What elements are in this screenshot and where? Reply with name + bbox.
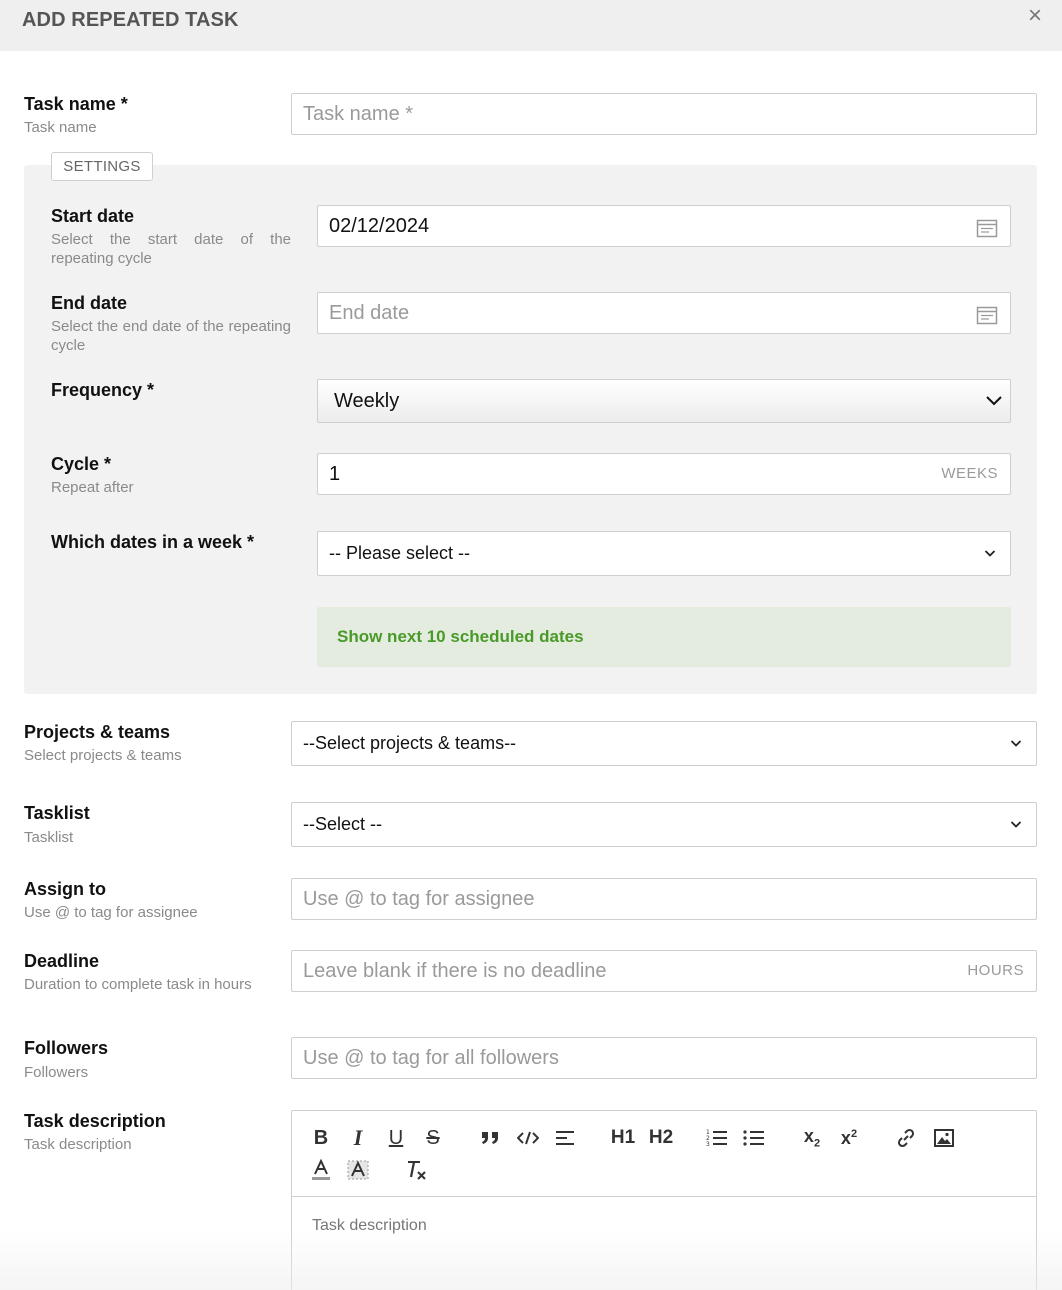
frequency-label: Frequency * bbox=[51, 380, 155, 400]
bullet-list-icon bbox=[743, 1130, 764, 1146]
clear-format-button[interactable] bbox=[403, 1157, 429, 1183]
code-button[interactable] bbox=[515, 1125, 541, 1151]
editor-toolbar: B I U S H1 H2 1 2 3 x2 x2 bbox=[292, 1111, 1036, 1197]
assign-placeholder: Use @ to tag for assignee bbox=[303, 888, 535, 910]
bold-button[interactable]: B bbox=[308, 1125, 334, 1151]
link-icon bbox=[897, 1128, 915, 1148]
end-date-label: End date bbox=[51, 293, 128, 313]
ordered-list-button[interactable]: 1 2 3 bbox=[704, 1125, 730, 1151]
tasklist-label: Tasklist bbox=[24, 803, 90, 823]
projects-select[interactable]: --Select projects & teams-- bbox=[291, 721, 1037, 766]
settings-tag: SETTINGS bbox=[51, 152, 153, 181]
cycle-suffix: WEEKS bbox=[941, 465, 998, 482]
week-dates-value: -- Please select -- bbox=[329, 543, 471, 563]
deadline-label: Deadline bbox=[24, 951, 100, 971]
task-name-sub: Task name bbox=[24, 119, 97, 136]
task-name-placeholder: Task name * bbox=[303, 103, 414, 125]
deadline-sub: Duration to complete task in hours bbox=[24, 976, 252, 993]
chevron-down-icon bbox=[1010, 821, 1022, 828]
deadline-input[interactable]: Leave blank if there is no deadline HOUR… bbox=[291, 950, 1037, 992]
image-icon bbox=[934, 1129, 954, 1147]
superscript-icon: x2 bbox=[840, 1127, 858, 1148]
end-date-input[interactable]: End date bbox=[317, 292, 1011, 334]
start-date-label: Start date bbox=[51, 206, 135, 226]
tasklist-select[interactable]: --Select -- bbox=[291, 802, 1037, 847]
dialog-header: ADD REPEATED TASK × bbox=[0, 0, 1062, 51]
start-date-value: 02/12/2024 bbox=[329, 215, 430, 237]
followers-sub: Followers bbox=[24, 1064, 89, 1081]
assign-input[interactable]: Use @ to tag for assignee bbox=[291, 878, 1037, 920]
heading-2-button[interactable]: H2 bbox=[646, 1125, 676, 1151]
frequency-select[interactable]: Weekly bbox=[317, 379, 1011, 423]
chevron-down-icon bbox=[986, 396, 1002, 406]
close-icon[interactable]: × bbox=[1028, 4, 1042, 28]
link-button[interactable] bbox=[893, 1125, 919, 1151]
start-date-sub: Select the start date of the repeating c… bbox=[51, 231, 291, 267]
cycle-input[interactable]: 1 WEEKS bbox=[317, 453, 1011, 495]
task-name-label: Task name * bbox=[24, 94, 128, 114]
quote-icon bbox=[482, 1132, 498, 1144]
clear-format-icon bbox=[408, 1161, 426, 1180]
strikethrough-icon: S bbox=[426, 1126, 440, 1149]
image-button[interactable] bbox=[931, 1125, 957, 1151]
cycle-sub: Repeat after bbox=[51, 479, 134, 496]
underline-icon: U bbox=[388, 1126, 404, 1149]
tasklist-sub: Tasklist bbox=[24, 829, 74, 846]
frequency-value: Weekly bbox=[334, 390, 400, 412]
superscript-button[interactable]: x2 bbox=[836, 1125, 862, 1151]
description-editor[interactable]: B I U S H1 H2 1 2 3 x2 x2 Task descripti… bbox=[291, 1110, 1037, 1290]
week-dates-select[interactable]: -- Please select -- bbox=[317, 531, 1011, 576]
projects-label: Projects & teams bbox=[24, 722, 171, 742]
heading-2-icon: H2 bbox=[648, 1127, 674, 1148]
tasklist-value: --Select -- bbox=[303, 814, 383, 834]
chevron-down-icon bbox=[1010, 740, 1022, 747]
deadline-placeholder: Leave blank if there is no deadline bbox=[303, 960, 607, 982]
calendar-icon[interactable] bbox=[976, 305, 998, 325]
bullet-list-button[interactable] bbox=[741, 1125, 767, 1151]
blockquote-button[interactable] bbox=[477, 1125, 503, 1151]
assign-label: Assign to bbox=[24, 879, 107, 899]
week-dates-label: Which dates in a week * bbox=[51, 532, 255, 552]
calendar-icon[interactable] bbox=[976, 218, 998, 238]
dialog-title: ADD REPEATED TASK bbox=[22, 9, 239, 31]
followers-placeholder: Use @ to tag for all followers bbox=[303, 1047, 559, 1069]
ordered-list-icon: 1 2 3 bbox=[706, 1129, 727, 1148]
end-date-sub: Select the end date of the repeating cyc… bbox=[51, 318, 291, 354]
align-button[interactable] bbox=[552, 1125, 578, 1151]
text-color-button[interactable] bbox=[308, 1157, 334, 1183]
svg-text:3: 3 bbox=[706, 1141, 710, 1148]
assign-sub: Use @ to tag for assignee bbox=[24, 904, 198, 921]
cycle-label: Cycle * bbox=[51, 454, 112, 474]
description-placeholder: Task description bbox=[312, 1217, 427, 1234]
align-left-icon bbox=[556, 1131, 574, 1145]
cycle-value: 1 bbox=[329, 463, 341, 485]
highlight-icon bbox=[347, 1160, 369, 1180]
italic-button[interactable]: I bbox=[345, 1125, 371, 1151]
description-label: Task description bbox=[24, 1111, 166, 1131]
underline-button[interactable]: U bbox=[383, 1125, 409, 1151]
subscript-button[interactable]: x2 bbox=[799, 1125, 825, 1151]
deadline-suffix: HOURS bbox=[967, 962, 1024, 979]
code-icon bbox=[517, 1131, 539, 1145]
highlight-button[interactable] bbox=[345, 1157, 371, 1183]
bold-icon: B bbox=[313, 1126, 329, 1149]
subscript-icon: x2 bbox=[803, 1126, 821, 1150]
strikethrough-button[interactable]: S bbox=[420, 1125, 446, 1151]
show-scheduled-dates-button[interactable]: Show next 10 scheduled dates bbox=[317, 607, 1011, 667]
projects-value: --Select projects & teams-- bbox=[303, 733, 517, 753]
start-date-input[interactable]: 02/12/2024 bbox=[317, 205, 1011, 247]
followers-input[interactable]: Use @ to tag for all followers bbox=[291, 1037, 1037, 1079]
task-name-input[interactable]: Task name * bbox=[291, 93, 1037, 135]
chevron-down-icon bbox=[984, 550, 996, 557]
heading-1-icon: H1 bbox=[610, 1127, 636, 1148]
text-color-icon bbox=[312, 1159, 330, 1180]
end-date-placeholder: End date bbox=[329, 302, 410, 324]
projects-sub: Select projects & teams bbox=[24, 747, 182, 764]
italic-icon: I bbox=[353, 1125, 363, 1150]
description-sub: Task description bbox=[24, 1136, 132, 1153]
heading-1-button[interactable]: H1 bbox=[608, 1125, 638, 1151]
followers-label: Followers bbox=[24, 1038, 109, 1058]
